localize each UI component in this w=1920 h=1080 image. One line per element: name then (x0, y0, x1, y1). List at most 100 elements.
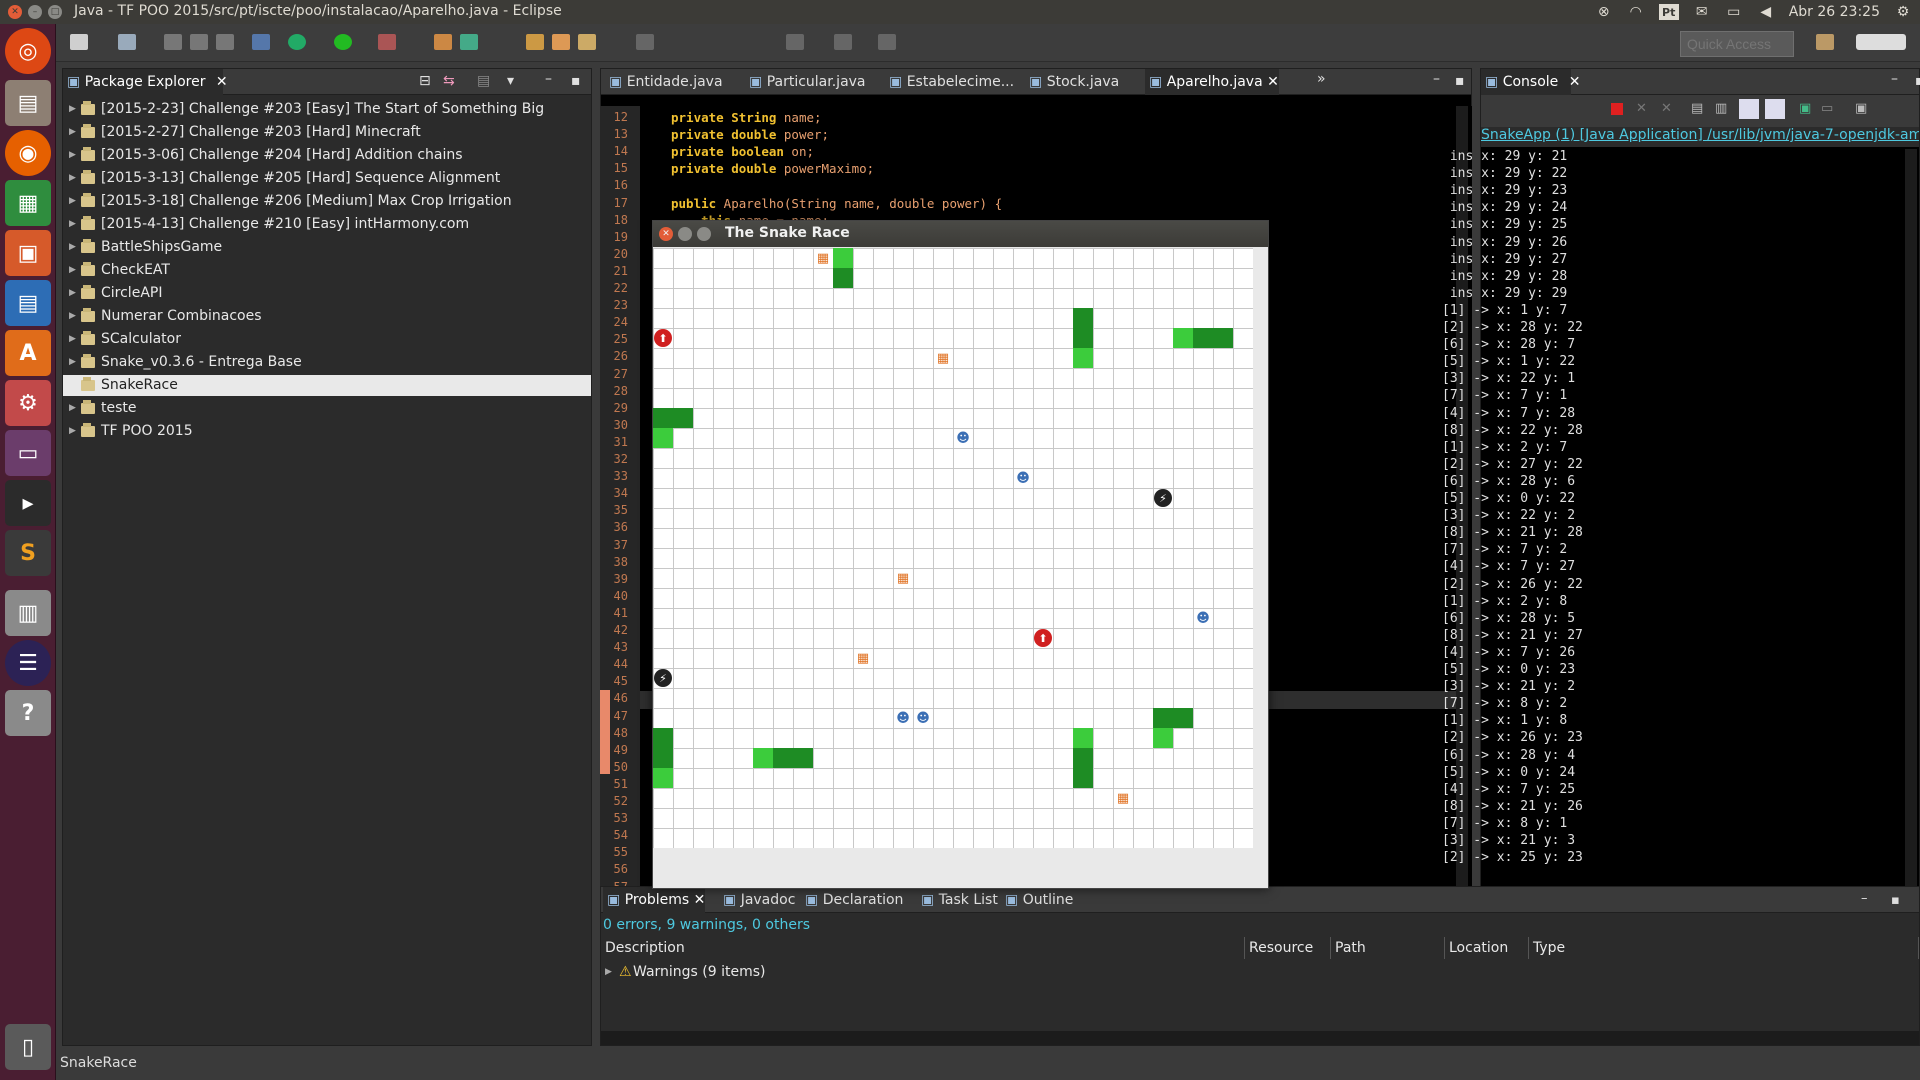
gear-icon[interactable]: ⚙ (1894, 4, 1912, 20)
pin-console-icon[interactable]: ▣ (1799, 101, 1811, 116)
search-icon[interactable] (578, 34, 596, 50)
run-icon[interactable] (334, 34, 352, 50)
tab-package-explorer[interactable]: ▣ Package Explorer ✕ (63, 69, 228, 95)
scroll-lock-icon[interactable]: ▥ (1715, 101, 1727, 116)
settings-icon[interactable]: ⚙ (5, 380, 51, 426)
keyboard-layout-indicator[interactable]: Pt (1658, 4, 1679, 20)
wifi-icon[interactable]: ◠ (1627, 4, 1645, 20)
tab-editor-file[interactable]: ▣ Particular.java (745, 69, 866, 95)
minimize-window-icon[interactable]: – (28, 5, 42, 19)
link-editor-icon[interactable]: ⇆ (443, 73, 455, 89)
column-header[interactable]: Path (1331, 937, 1445, 959)
maximize-icon[interactable]: ▪ (1455, 73, 1465, 89)
expand-arrow-icon[interactable]: ▶ (69, 191, 76, 212)
list-item[interactable]: ▶ [2015-2-23] Challenge #203 [Easy] The S… (63, 99, 591, 120)
presentation-icon[interactable]: ▣ (5, 230, 51, 276)
expand-arrow-icon[interactable]: ▶ (69, 283, 76, 304)
archive-icon[interactable]: ▥ (5, 590, 51, 636)
terminal-icon[interactable]: ▸ (5, 480, 51, 526)
firefox-icon[interactable]: ◉ (5, 130, 51, 176)
remove-all-icon[interactable]: ✕ (1661, 101, 1672, 116)
battery-icon[interactable]: ▭ (1725, 4, 1743, 20)
tab-javadoc[interactable]: ▣ Javadoc (719, 887, 795, 913)
view-menu-icon[interactable]: ▾ (507, 73, 514, 89)
close-window-icon[interactable]: ✕ (8, 5, 22, 19)
list-item[interactable]: ▶ BattleShipsGame (63, 237, 591, 258)
spreadsheet-icon[interactable]: ▦ (5, 180, 51, 226)
game-grid[interactable]: ▦ ▦ ▦ ▦ ▦ ⬆ ⬆ ⚡ ⚡ ☻ ☻ ☻ ☻ ☻ (653, 248, 1253, 848)
new-java-project-icon[interactable] (434, 34, 452, 50)
display-console-icon[interactable]: ▭ (1821, 101, 1833, 116)
list-item[interactable]: ▶ [2015-3-18] Challenge #206 [Medium] Max… (63, 191, 591, 212)
eclipse-icon[interactable]: ☰ (5, 640, 51, 686)
minimize-icon[interactable]: – (1861, 891, 1868, 906)
list-item[interactable]: ▶ CircleAPI (63, 283, 591, 304)
tab-problems[interactable]: ▣ Problems ✕ (603, 887, 706, 913)
column-header[interactable]: Type (1529, 937, 1919, 959)
files-icon[interactable]: ▤ (5, 80, 51, 126)
workspace-icon[interactable]: ▭ (5, 430, 51, 476)
expand-arrow-icon[interactable]: ▶ (69, 168, 76, 189)
maximize-icon[interactable]: ▪ (1915, 73, 1920, 89)
open-type-icon[interactable] (526, 34, 544, 50)
expand-arrow-icon[interactable]: ▶ (605, 961, 612, 983)
expand-arrow-icon[interactable]: ▶ (69, 237, 76, 258)
column-header[interactable]: Description (601, 937, 1245, 959)
expand-arrow-icon[interactable]: ▶ (69, 398, 76, 419)
minimize-icon[interactable]: – (1891, 71, 1898, 87)
open-console-icon[interactable]: ▣ (1855, 101, 1867, 116)
clock[interactable]: Abr 26 23:25 (1789, 4, 1880, 20)
ubuntu-dash-icon[interactable]: ◎ (5, 28, 51, 74)
new-class-icon[interactable] (460, 34, 478, 50)
minimize-icon[interactable]: – (545, 71, 552, 87)
snake-window-titlebar[interactable]: ✕ The Snake Race (653, 221, 1268, 247)
mail-icon[interactable]: ✉ (1693, 4, 1711, 20)
new-icon[interactable] (70, 34, 88, 50)
expand-arrow-icon[interactable]: ▶ (69, 214, 76, 235)
save-icon[interactable] (164, 34, 182, 50)
new-package-icon[interactable] (118, 34, 136, 50)
tab-outline[interactable]: ▣ Outline (1001, 887, 1073, 913)
close-icon[interactable]: ✕ (659, 227, 673, 241)
list-item[interactable]: ▶ TF POO 2015 (63, 421, 591, 442)
clear-console-icon[interactable]: ▤ (1691, 101, 1703, 116)
terminate-icon[interactable] (1611, 103, 1623, 115)
annotation-icon[interactable] (636, 34, 654, 50)
back-icon[interactable] (834, 34, 852, 50)
focus-icon[interactable]: ▤ (477, 73, 490, 89)
close-icon[interactable]: ✕ (216, 74, 228, 90)
console-scrollbar[interactable] (1905, 149, 1917, 899)
indicator-icon[interactable]: ⊗ (1595, 4, 1613, 20)
volume-icon[interactable]: ◀ (1757, 4, 1775, 20)
sublime-icon[interactable]: S (5, 530, 51, 576)
help-icon[interactable]: ? (5, 690, 51, 736)
show-on-output-icon[interactable] (1739, 99, 1759, 119)
list-item[interactable]: ▶ CheckEAT (63, 260, 591, 281)
tab-editor-file[interactable]: ▣ Entidade.java (605, 69, 723, 95)
maximize-window-icon[interactable]: □ (48, 5, 62, 19)
problems-hscrollbar[interactable] (601, 1031, 1919, 1045)
close-icon[interactable]: ✕ (1263, 74, 1279, 90)
list-item[interactable]: ▶ [2015-3-13] Challenge #205 [Hard] Seque… (63, 168, 591, 189)
column-header[interactable]: Location (1445, 937, 1529, 959)
column-header[interactable]: Resource (1245, 937, 1331, 959)
tab-console[interactable]: ▣ Console ✕ (1481, 69, 1580, 95)
minimize-icon[interactable] (678, 227, 692, 241)
expand-arrow-icon[interactable]: ▶ (69, 421, 76, 442)
expand-arrow-icon[interactable]: ▶ (69, 329, 76, 350)
list-item[interactable]: ▶ [2015-4-13] Challenge #210 [Easy] intHa… (63, 214, 591, 235)
list-item[interactable]: ▶ [2015-2-27] Challenge #203 [Hard] Minec… (63, 122, 591, 143)
tab-task-list[interactable]: ▣ Task List (917, 887, 998, 913)
debug-icon[interactable] (288, 34, 306, 50)
show-on-error-icon[interactable] (1765, 99, 1785, 119)
list-item[interactable]: ▶ teste (63, 398, 591, 419)
list-item[interactable]: ▶ Numerar Combinacoes (63, 306, 591, 327)
expand-arrow-icon[interactable]: ▶ (69, 122, 76, 143)
maximize-icon[interactable] (697, 227, 711, 241)
skip-breakpoints-icon[interactable] (252, 34, 270, 50)
open-perspective-icon[interactable] (1816, 34, 1834, 50)
tab-editor-file[interactable]: ▣ Aparelho.java ✕ (1145, 69, 1279, 95)
more-tabs-icon[interactable]: » (1317, 71, 1326, 87)
expand-arrow-icon[interactable]: ▶ (69, 306, 76, 327)
list-item[interactable]: ▶ Snake_v0.3.6 - Entrega Base (63, 352, 591, 373)
